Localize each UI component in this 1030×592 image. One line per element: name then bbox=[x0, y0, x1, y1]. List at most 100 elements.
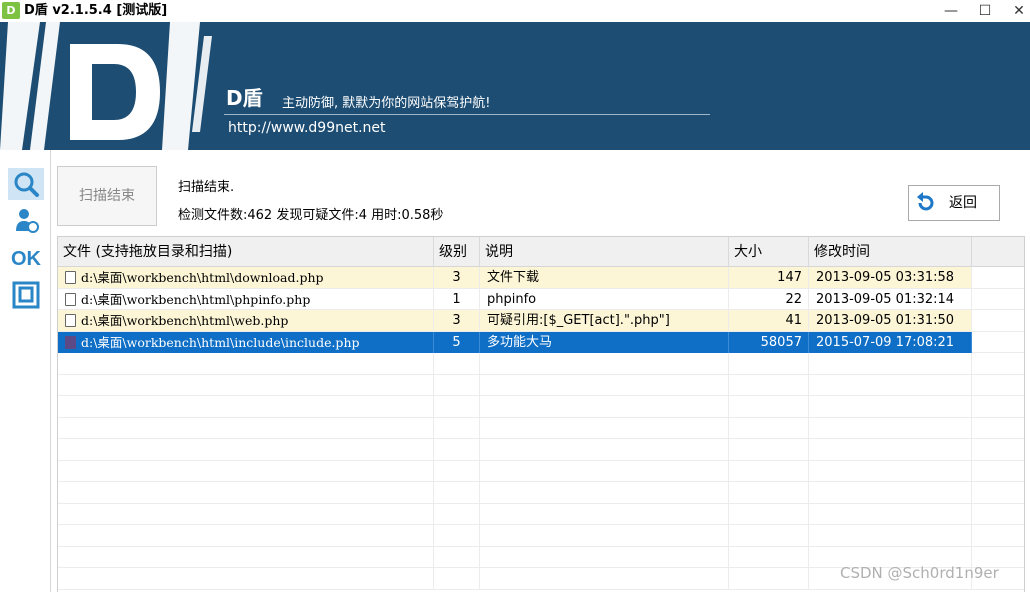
cell-empty bbox=[972, 525, 1024, 546]
file-icon bbox=[65, 335, 76, 349]
maximize-icon[interactable]: ☐ bbox=[970, 0, 1000, 22]
cell-empty bbox=[480, 374, 729, 396]
cell-empty bbox=[729, 417, 809, 439]
frame-icon[interactable] bbox=[8, 280, 44, 312]
cell-desc: 多功能大马 bbox=[480, 331, 729, 353]
window-title: D盾 v2.1.5.4 [测试版] bbox=[24, 3, 168, 18]
cell-empty bbox=[480, 417, 729, 439]
cell-empty bbox=[480, 482, 729, 503]
cell-empty bbox=[809, 417, 972, 439]
cell-empty bbox=[972, 375, 1024, 396]
empty-row[interactable] bbox=[58, 417, 1024, 439]
cell-time: 2013-09-05 01:32:14 bbox=[809, 288, 972, 310]
cell-empty bbox=[434, 396, 480, 417]
cell-empty bbox=[729, 374, 809, 396]
cell-empty bbox=[809, 353, 972, 374]
cell-level: 3 bbox=[434, 310, 480, 331]
empty-row[interactable] bbox=[58, 525, 1024, 547]
cell-size: 22 bbox=[729, 288, 809, 310]
header-level[interactable]: 级别 bbox=[434, 237, 480, 267]
cell-empty bbox=[58, 482, 434, 503]
empty-row[interactable] bbox=[58, 374, 1024, 396]
divider bbox=[224, 114, 710, 115]
scan-summary: 检测文件数:462 发现可疑文件:4 用时:0.58秒 bbox=[178, 208, 444, 223]
cell-empty bbox=[809, 374, 972, 396]
cell-empty bbox=[809, 482, 972, 503]
header-banner: D盾 主动防御, 默默为你的网站保驾护航! http://www.d99net.… bbox=[0, 22, 1030, 150]
cell-file: d:\桌面\workbench\html\download.php bbox=[58, 267, 434, 288]
cell-empty bbox=[58, 417, 434, 439]
brand-name: D盾 bbox=[226, 86, 263, 110]
cell-file: d:\桌面\workbench\html\web.php bbox=[58, 310, 434, 331]
results-table[interactable]: 文件 (支持拖放目录和扫描) 级别 说明 大小 修改时间 d:\桌面\workb… bbox=[57, 236, 1025, 592]
file-path: d:\桌面\workbench\html\include\include.php bbox=[81, 334, 360, 350]
cell-empty bbox=[58, 503, 434, 525]
cell-empty bbox=[972, 353, 1024, 374]
file-icon bbox=[65, 314, 76, 327]
cell-empty bbox=[58, 460, 434, 482]
file-path: d:\桌面\workbench\html\download.php bbox=[81, 270, 324, 285]
scan-button[interactable]: 扫描结束 bbox=[57, 166, 157, 226]
cell-empty bbox=[972, 396, 1024, 417]
website-url[interactable]: http://www.d99net.net bbox=[228, 120, 386, 136]
table-header: 文件 (支持拖放目录和扫描) 级别 说明 大小 修改时间 bbox=[58, 237, 1024, 267]
header-file[interactable]: 文件 (支持拖放目录和扫描) bbox=[58, 237, 434, 267]
empty-row[interactable] bbox=[58, 460, 1024, 482]
cell-desc: phpinfo bbox=[480, 288, 729, 310]
table-row[interactable]: d:\桌面\workbench\html\web.php 3 可疑引用:[$_GET… bbox=[58, 310, 1024, 332]
cell-empty bbox=[58, 546, 434, 568]
file-path: d:\桌面\workbench\html\phpinfo.php bbox=[81, 291, 311, 307]
cell-time: 2013-09-05 03:31:58 bbox=[809, 267, 972, 288]
cell-empty bbox=[809, 503, 972, 525]
back-button[interactable]: 返回 bbox=[908, 185, 1000, 221]
header-time[interactable]: 修改时间 bbox=[809, 237, 972, 267]
app-logo-icon: D bbox=[2, 2, 20, 19]
table-row[interactable]: d:\桌面\workbench\html\download.php 3 文件下载 14… bbox=[58, 267, 1024, 289]
cell-empty bbox=[434, 374, 480, 396]
empty-row[interactable] bbox=[58, 439, 1024, 461]
empty-row[interactable] bbox=[58, 396, 1024, 418]
back-label: 返回 bbox=[949, 195, 977, 211]
cell-empty bbox=[434, 503, 480, 525]
cell-empty bbox=[58, 374, 434, 396]
watermark: CSDN @Sch0rd1n9er bbox=[840, 564, 999, 582]
header-desc[interactable]: 说明 bbox=[480, 237, 729, 267]
cell-empty bbox=[729, 568, 809, 589]
cell-empty bbox=[729, 460, 809, 482]
table-row[interactable]: d:\桌面\workbench\html\phpinfo.php 1 phpinfo… bbox=[58, 288, 1024, 310]
cell-empty bbox=[729, 546, 809, 568]
cell-empty bbox=[972, 439, 1024, 460]
empty-row[interactable] bbox=[58, 503, 1024, 525]
cell-size: 41 bbox=[729, 310, 809, 331]
header-size[interactable]: 大小 bbox=[729, 237, 809, 267]
cell-level: 3 bbox=[434, 267, 480, 288]
cell-empty bbox=[809, 460, 972, 482]
search-icon[interactable] bbox=[8, 168, 44, 200]
cell-empty bbox=[729, 353, 809, 374]
cell-empty bbox=[58, 396, 434, 417]
cell-empty bbox=[972, 504, 1024, 525]
cell-filler bbox=[972, 289, 1024, 310]
cell-filler bbox=[972, 267, 1024, 288]
cell-empty bbox=[729, 439, 809, 460]
cell-filler bbox=[972, 332, 1024, 353]
user-tool-icon[interactable] bbox=[8, 205, 44, 237]
close-icon[interactable]: ✕ bbox=[1004, 0, 1030, 22]
cell-empty bbox=[434, 353, 480, 374]
slogan: 主动防御, 默默为你的网站保驾护航! bbox=[282, 96, 491, 111]
empty-row[interactable] bbox=[58, 482, 1024, 504]
ok-icon[interactable]: OK bbox=[8, 243, 44, 275]
title-bar: D D盾 v2.1.5.4 [测试版] — ☐ ✕ bbox=[0, 0, 1030, 22]
cell-empty bbox=[480, 353, 729, 374]
cell-empty bbox=[729, 525, 809, 546]
cell-empty bbox=[434, 568, 480, 589]
file-path: d:\桌面\workbench\html\web.php bbox=[81, 313, 289, 328]
cell-empty bbox=[58, 439, 434, 460]
table-row[interactable]: d:\桌面\workbench\html\include\include.php… bbox=[58, 331, 1024, 353]
cell-empty bbox=[729, 503, 809, 525]
minimize-icon[interactable]: — bbox=[936, 0, 966, 22]
empty-row[interactable] bbox=[58, 353, 1024, 375]
cell-empty bbox=[480, 503, 729, 525]
cell-file: d:\桌面\workbench\html\include\include.php bbox=[58, 331, 434, 353]
cell-empty bbox=[480, 546, 729, 568]
